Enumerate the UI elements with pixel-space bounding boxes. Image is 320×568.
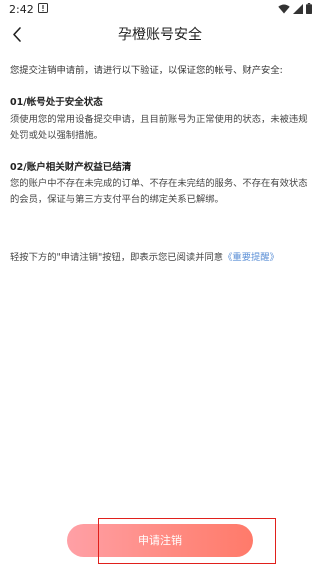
- important-reminder-link[interactable]: 《重要提醒》: [223, 252, 279, 263]
- section-body: 您的账户中不存在未完成的订单、不存在未完结的服务、不存在有效状态的会员，保证与第…: [10, 178, 308, 205]
- intro-block: 您提交注销申请前，请进行以下验证，以保证您的帐号、财产安全:: [10, 64, 310, 78]
- section-title: 01/帐号处于安全状态: [10, 97, 103, 108]
- section-account-safe: 01/帐号处于安全状态 须使用您的常用设备提交申请，且目前账号为正常使用的状态，…: [10, 94, 310, 144]
- status-bar: 2:42: [0, 0, 320, 20]
- status-time: 2:42: [9, 3, 34, 16]
- apply-cancellation-button[interactable]: 申请注销: [67, 524, 253, 557]
- section-assets-settled: 02/账户相关财产权益已结清 您的账户中不存在未完成的订单、不存在未完结的服务、…: [10, 159, 310, 208]
- intro-text: 您提交注销申请前，请进行以下验证，以保证您的帐号、财产安全:: [10, 65, 283, 76]
- nav-bar: 孕橙账号安全: [0, 20, 320, 50]
- notice-text: 轻按下方的"申请注销"按钮，即表示您已阅读并同意: [10, 252, 224, 263]
- alert-icon: [38, 3, 48, 13]
- section-body: 须使用您的常用设备提交申请，且目前账号为正常使用的状态，未被违规处罚或处以强制措…: [10, 114, 308, 141]
- battery-icon: [306, 3, 312, 17]
- agreement-notice: 轻按下方的"申请注销"按钮，即表示您已阅读并同意《重要提醒》: [10, 249, 314, 263]
- section-title: 02/账户相关财产权益已结清: [10, 162, 132, 173]
- status-icons: [278, 3, 312, 17]
- signal-icon: [293, 3, 303, 17]
- page-title: 孕橙账号安全: [118, 27, 202, 43]
- wifi-icon: [278, 4, 290, 17]
